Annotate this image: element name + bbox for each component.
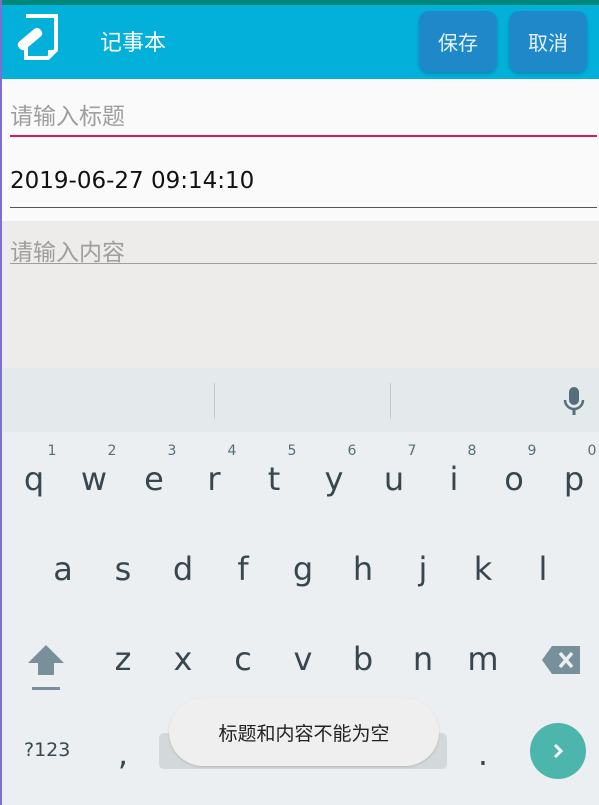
key-o[interactable]: o xyxy=(494,460,534,498)
enter-arrow-icon xyxy=(553,743,564,759)
key-hint-digit: 3 xyxy=(167,443,177,459)
app-title: 记事本 xyxy=(100,31,167,56)
divider xyxy=(214,383,215,419)
key-t[interactable]: t xyxy=(254,460,294,498)
key-g[interactable]: g xyxy=(283,550,323,588)
save-button[interactable]: 保存 xyxy=(419,11,497,72)
cancel-button[interactable]: 取消 xyxy=(509,11,587,72)
period-key[interactable]: . xyxy=(463,735,503,773)
key-h[interactable]: h xyxy=(343,550,383,588)
key-hint-digit: 4 xyxy=(227,443,237,459)
date-field[interactable]: 2019-06-27 09:14:10 xyxy=(10,168,597,208)
key-hint-digit: 2 xyxy=(107,443,117,459)
key-hint-digit: 7 xyxy=(407,443,417,459)
key-d[interactable]: d xyxy=(163,550,203,588)
key-c[interactable]: c xyxy=(223,640,263,678)
key-l[interactable]: l xyxy=(523,550,563,588)
shift-icon[interactable] xyxy=(26,643,66,693)
key-hint-digit: 5 xyxy=(287,443,297,459)
key-e[interactable]: e xyxy=(134,460,174,498)
symbols-key[interactable]: ?123 xyxy=(24,739,70,761)
key-a[interactable]: a xyxy=(43,550,83,588)
key-q[interactable]: q xyxy=(14,460,54,498)
key-hint-digit: 1 xyxy=(47,443,57,459)
key-k[interactable]: k xyxy=(463,550,503,588)
microphone-icon[interactable] xyxy=(562,385,586,417)
comma-key[interactable]: , xyxy=(103,735,143,773)
content-input[interactable]: 请输入内容 xyxy=(10,233,597,266)
key-u[interactable]: u xyxy=(374,460,414,498)
key-n[interactable]: n xyxy=(403,640,443,678)
key-i[interactable]: i xyxy=(434,460,474,498)
key-r[interactable]: r xyxy=(194,460,234,498)
key-w[interactable]: w xyxy=(74,460,114,498)
toast-message: 标题和内容不能为空 xyxy=(169,698,439,766)
key-hint-digit: 9 xyxy=(527,443,537,459)
key-hint-digit: 6 xyxy=(347,443,357,459)
key-z[interactable]: z xyxy=(103,640,143,678)
key-j[interactable]: j xyxy=(403,550,443,588)
key-s[interactable]: s xyxy=(103,550,143,588)
suggestion-strip xyxy=(2,368,599,432)
enter-key[interactable] xyxy=(530,723,586,779)
key-p[interactable]: p xyxy=(554,460,594,498)
key-b[interactable]: b xyxy=(343,640,383,678)
key-x[interactable]: x xyxy=(163,640,203,678)
divider xyxy=(390,383,391,419)
key-y[interactable]: y xyxy=(314,460,354,498)
key-hint-digit: 8 xyxy=(467,443,477,459)
key-hint-digit: 0 xyxy=(587,443,597,459)
key-f[interactable]: f xyxy=(223,550,263,588)
key-m[interactable]: m xyxy=(463,640,503,678)
notepad-pencil-icon xyxy=(17,14,58,60)
backspace-icon[interactable] xyxy=(542,646,580,674)
title-input[interactable]: 请输入标题 xyxy=(10,97,597,137)
key-v[interactable]: v xyxy=(283,640,323,678)
